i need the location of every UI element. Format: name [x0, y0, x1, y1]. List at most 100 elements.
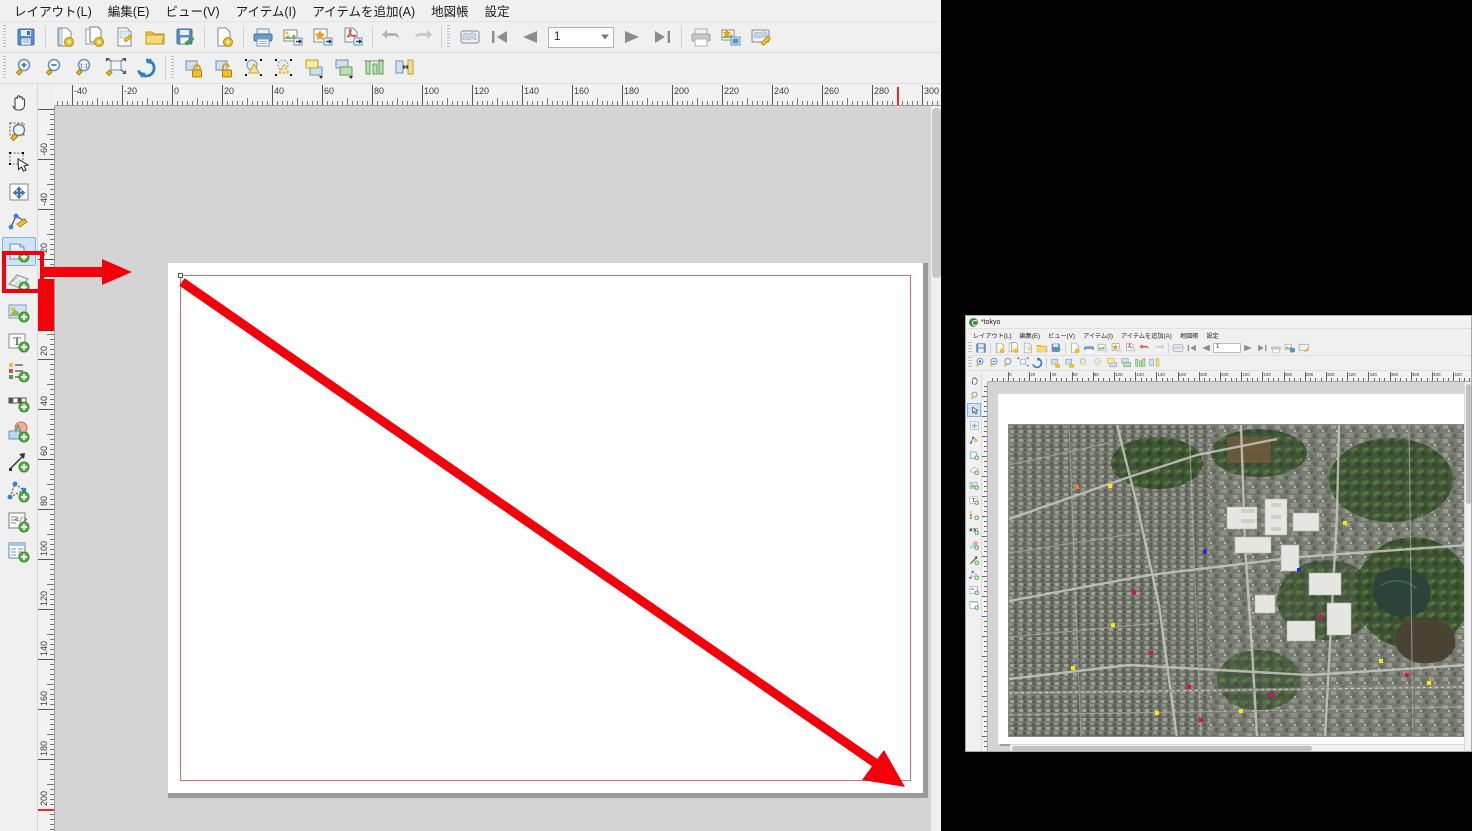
inset-group-button[interactable]	[1077, 356, 1091, 370]
atlas-next-feature-icon[interactable]	[617, 23, 647, 52]
export-pdf-button[interactable]	[338, 23, 368, 52]
refresh-view-button[interactable]	[131, 54, 161, 83]
inset-raise-button[interactable]	[1105, 356, 1119, 370]
inset-zoom-full-button[interactable]	[1016, 356, 1030, 370]
inset-ruler-horizontal[interactable]: 0 20 40 60 80 100 120 140 160 180 200 220 240 260 280 3…	[988, 372, 1471, 382]
export-svg-button[interactable]	[308, 23, 338, 52]
inset-tool-move-content[interactable]	[967, 418, 981, 432]
tool-add-label[interactable]: T	[2, 327, 36, 356]
tool-add-legend[interactable]	[2, 357, 36, 386]
tool-add-arrow[interactable]	[2, 447, 36, 476]
raise-items-button[interactable]	[299, 54, 329, 83]
lower-items-button[interactable]	[329, 54, 359, 83]
open-template-button[interactable]	[140, 23, 170, 52]
inset-refresh-button[interactable]	[1030, 356, 1044, 370]
inset-lower-button[interactable]	[1119, 356, 1133, 370]
inset-unlock-button[interactable]	[1063, 356, 1077, 370]
print-button[interactable]	[248, 23, 278, 52]
inset-screenshot-window[interactable]: *tokyo レイアウト(L) 編集(E) ビュー(V) アイテム(I) アイテ…	[965, 315, 1472, 752]
distribute-items-button[interactable]	[389, 54, 419, 83]
menu-view[interactable]: ビュー(V)	[157, 0, 227, 22]
inset-layout-canvas[interactable]	[988, 382, 1471, 751]
zoom-100-button[interactable]: 1:1	[71, 54, 101, 83]
inset-undo-button[interactable]	[1138, 341, 1152, 355]
inset-vertical-scrollbar[interactable]	[1464, 382, 1471, 751]
inset-horizontal-scrollbar[interactable]	[1010, 744, 1464, 751]
inset-ungroup-button[interactable]	[1091, 356, 1105, 370]
inset-redo-button[interactable]	[1152, 341, 1166, 355]
inset-atlas-next-icon[interactable]	[1241, 341, 1255, 355]
tool-add-node-item[interactable]	[2, 477, 36, 506]
zoom-in-button[interactable]	[11, 54, 41, 83]
canvas-vertical-scrollbar[interactable]	[930, 106, 941, 831]
zoom-out-button[interactable]	[41, 54, 71, 83]
layout-canvas[interactable]	[55, 106, 941, 831]
tool-add-3d-map[interactable]	[2, 267, 36, 296]
new-from-template-button[interactable]	[209, 23, 239, 52]
zoom-full-button[interactable]	[101, 54, 131, 83]
duplicate-layout-button[interactable]	[80, 23, 110, 52]
inset-print-button[interactable]	[1082, 341, 1096, 355]
inset-tool-add-arrow[interactable]	[967, 553, 981, 567]
inset-tool-edit-nodes[interactable]	[967, 433, 981, 447]
new-layout-button[interactable]	[50, 23, 80, 52]
unlock-items-button[interactable]	[209, 54, 239, 83]
inset-tool-add-html[interactable]	[967, 583, 981, 597]
inset-layout-manager-button[interactable]	[1021, 341, 1035, 355]
atlas-prev-feature-icon[interactable]	[515, 23, 545, 52]
inset-tool-add-shape[interactable]	[967, 538, 981, 552]
inset-toolbar-grip[interactable]	[968, 342, 972, 354]
ruler-vertical[interactable]: -80-60-40-20020406080100120140160180200	[38, 106, 55, 831]
inset-tool-zoom[interactable]	[967, 388, 981, 402]
inset-atlas-page-combo[interactable]: 1	[1213, 343, 1241, 353]
atlas-preview-icon[interactable]	[455, 23, 485, 52]
atlas-page-combo[interactable]: 1	[548, 26, 614, 48]
tool-add-map[interactable]	[2, 237, 36, 266]
group-items-button[interactable]	[239, 54, 269, 83]
inset-open-template-button[interactable]	[1035, 341, 1049, 355]
tool-select-move-item[interactable]	[2, 147, 36, 176]
atlas-print-icon[interactable]	[686, 23, 716, 52]
ungroup-items-button[interactable]	[269, 54, 299, 83]
atlas-export-image-icon[interactable]	[716, 23, 746, 52]
inset-tool-add-node-item[interactable]	[967, 568, 981, 582]
inset-tool-add-scalebar[interactable]	[967, 523, 981, 537]
inset-distribute-button[interactable]	[1147, 356, 1161, 370]
tool-add-attribute-table[interactable]	[2, 537, 36, 566]
tool-add-picture[interactable]	[2, 297, 36, 326]
toolbar-grip[interactable]	[2, 25, 8, 49]
undo-button[interactable]	[377, 23, 407, 52]
inset-atlas-last-icon[interactable]	[1255, 341, 1269, 355]
inset-zoom-in-button[interactable]	[974, 356, 988, 370]
inset-menu-item[interactable]: アイテム(I)	[1079, 331, 1117, 340]
inset-tool-add-legend[interactable]	[967, 508, 981, 522]
menu-settings[interactable]: 設定	[477, 0, 518, 22]
ruler-horizontal[interactable]: -40 -20 0 20 40 60 80 100 120 140 160 180 200 220 240 2…	[55, 85, 941, 106]
inset-new-layout-button[interactable]	[993, 341, 1007, 355]
atlas-last-feature-icon[interactable]	[647, 23, 677, 52]
inset-menu-settings[interactable]: 設定	[1202, 331, 1222, 340]
inset-save-template-button[interactable]	[1049, 341, 1063, 355]
inset-export-svg-button[interactable]	[1110, 341, 1124, 355]
menu-edit[interactable]: 編集(E)	[100, 0, 158, 22]
inset-save-button[interactable]	[974, 341, 988, 355]
tool-add-html[interactable]: </>	[2, 507, 36, 536]
inset-menu-atlas[interactable]: 地図帳	[1176, 331, 1203, 340]
inset-tool-add-picture[interactable]	[967, 478, 981, 492]
inset-atlas-preview-icon[interactable]	[1171, 341, 1185, 355]
align-items-button[interactable]	[359, 54, 389, 83]
tool-edit-nodes[interactable]	[2, 207, 36, 236]
menu-atlas[interactable]: 地図帳	[423, 0, 477, 22]
atlas-settings-icon[interactable]	[746, 23, 776, 52]
redo-button[interactable]	[407, 23, 437, 52]
inset-tool-add-3d-map[interactable]	[967, 463, 981, 477]
inset-menu-add-item[interactable]: アイテムを追加(A)	[1117, 331, 1176, 340]
inset-menu-layout[interactable]: レイアウト(L)	[969, 331, 1016, 340]
inset-view-grip[interactable]	[968, 357, 972, 369]
inset-export-pdf-button[interactable]	[1124, 341, 1138, 355]
tool-pan-layout[interactable]	[2, 87, 36, 116]
inset-vscroll-thumb[interactable]	[1466, 384, 1471, 504]
layout-page[interactable]	[168, 263, 923, 793]
menu-item[interactable]: アイテム(I)	[228, 0, 305, 22]
save-template-button[interactable]	[170, 23, 200, 52]
